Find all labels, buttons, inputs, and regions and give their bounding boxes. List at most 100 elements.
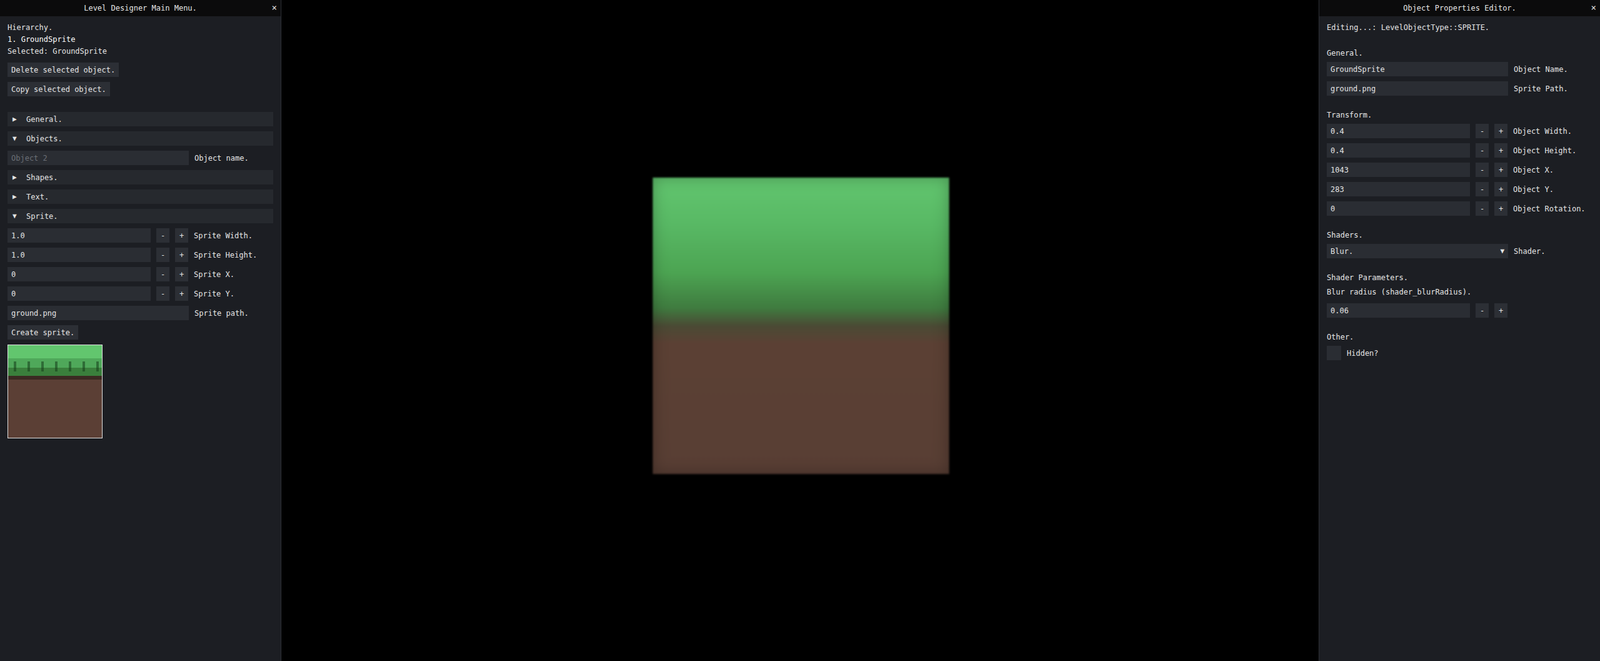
text-input[interactable]: ground.png xyxy=(7,305,189,321)
text-input[interactable]: ground.png xyxy=(1326,81,1509,96)
increment-button[interactable]: + xyxy=(1494,181,1508,197)
number-input[interactable]: 0.06 xyxy=(1326,303,1470,318)
text-field: ground.pngSprite path. xyxy=(7,305,274,321)
section-header[interactable]: ▶ Shapes. xyxy=(7,170,274,185)
main-menu-panel: Level Designer Main Menu.×Hierarchy.1. G… xyxy=(0,0,282,661)
field-label: Object name. xyxy=(194,153,249,163)
field-label: Object Width. xyxy=(1513,126,1572,136)
text-field: Object 2 Object name. xyxy=(7,150,274,166)
field-label: Object X. xyxy=(1513,165,1554,175)
group-heading: Transform. xyxy=(1326,109,1586,122)
shader-combo[interactable]: Blur.▼ xyxy=(1326,243,1509,259)
section-header[interactable]: ▶ Text. xyxy=(7,189,274,204)
action-button[interactable]: Delete selected object. xyxy=(7,62,119,77)
number-input[interactable]: 0 xyxy=(7,286,151,301)
text-field: ground.png Sprite Path. xyxy=(1326,81,1569,96)
stepper-field: 1043-+ Object X. xyxy=(1326,162,1586,177)
property-group: Shader Parameters. Blur radius (shader_bl… xyxy=(1326,271,1508,318)
selected-label: Selected: GroundSprite xyxy=(7,45,107,58)
decrement-button[interactable]: - xyxy=(156,286,170,301)
number-input[interactable]: 1.0 xyxy=(7,247,151,262)
number-input[interactable]: 0 xyxy=(7,266,151,282)
increment-button[interactable]: + xyxy=(175,247,189,262)
field-label: Object Y. xyxy=(1513,185,1554,194)
field-label: Sprite Width. xyxy=(193,231,253,241)
decrement-button[interactable]: - xyxy=(1475,201,1489,216)
section-header[interactable]: ▼Objects. xyxy=(7,131,274,146)
stepper-field: 0.06-+ xyxy=(1326,303,1508,318)
stepper-field: 0-+Sprite Y. xyxy=(7,286,274,301)
section-label: General. xyxy=(26,115,63,124)
section-label: Sprite. xyxy=(26,211,59,221)
properties-panel: Object Properties Editor. × Editing...: Le… xyxy=(1318,0,1600,661)
decrement-button[interactable]: - xyxy=(156,247,170,262)
field-label: Shader. xyxy=(1513,246,1546,256)
increment-button[interactable]: + xyxy=(1494,303,1508,318)
group-heading: Other. xyxy=(1326,331,1379,344)
text-input[interactable]: GroundSprite xyxy=(1326,61,1509,77)
create-sprite-button[interactable]: Create sprite. xyxy=(7,325,79,340)
action-button[interactable]: Copy selected object. xyxy=(7,81,111,97)
property-group: General.GroundSpriteObject Name. ground.p… xyxy=(1326,47,1569,96)
ground-sprite[interactable] xyxy=(652,177,950,474)
stepper-field: 0-+ Object Rotation. xyxy=(1326,201,1586,216)
section-header[interactable]: ▶General. xyxy=(7,111,274,127)
stepper-field: 1.0-+ Sprite Height. xyxy=(7,247,274,262)
decrement-button[interactable]: - xyxy=(1475,303,1489,318)
section-arrow-icon: ▶ xyxy=(12,173,21,182)
section-arrow-icon: ▶ xyxy=(12,192,21,201)
stepper-field: 0.4-+ Object Width. xyxy=(1326,123,1586,139)
section-arrow-icon: ▼ xyxy=(12,211,21,221)
panel-title: Level Designer Main Menu. xyxy=(83,3,197,13)
number-input[interactable]: 283 xyxy=(1326,181,1470,197)
number-input[interactable]: 0.4 xyxy=(1326,143,1470,158)
close-button[interactable]: × xyxy=(1591,2,1597,13)
increment-button[interactable]: + xyxy=(1494,201,1508,216)
property-group: Shaders.Blur.▼Shader. xyxy=(1326,229,1546,259)
dropdown-arrow-icon: ▼ xyxy=(1499,246,1505,256)
group-heading: General. xyxy=(1326,47,1569,60)
field-label: Object Height. xyxy=(1513,146,1577,156)
text-field: GroundSpriteObject Name. xyxy=(1326,61,1569,77)
combo-field: Blur.▼ Shader. xyxy=(1326,243,1546,259)
hierarchy-item[interactable]: 1. GroundSprite xyxy=(7,33,107,46)
field-label: Object Rotation. xyxy=(1513,204,1586,214)
field-label: Sprite Path. xyxy=(1513,84,1569,94)
decrement-button[interactable]: - xyxy=(156,266,170,282)
field-label: Sprite Height. xyxy=(193,250,257,260)
decrement-button[interactable]: - xyxy=(1475,181,1489,197)
properties-titlebar[interactable]: Object Properties Editor. × xyxy=(1319,0,1600,17)
increment-button[interactable]: + xyxy=(1494,123,1508,139)
field-label: Hidden? xyxy=(1346,348,1379,358)
stepper-field: 0.4-+ Object Height. xyxy=(1326,143,1586,158)
stepper-field: 1.0-+ Sprite Width. xyxy=(7,228,274,243)
panel-title: Object Properties Editor. xyxy=(1403,3,1517,13)
decrement-button[interactable]: - xyxy=(1475,162,1489,177)
decrement-button[interactable]: - xyxy=(156,228,170,243)
number-input[interactable]: 0.4 xyxy=(1326,123,1470,139)
increment-button[interactable]: + xyxy=(175,266,189,282)
hidden-checkbox[interactable] xyxy=(1326,345,1342,361)
section-label: Shapes. xyxy=(26,173,59,182)
sprite-preview xyxy=(7,344,103,439)
number-input[interactable]: 0 xyxy=(1326,201,1470,216)
decrement-button[interactable]: - xyxy=(1475,143,1489,158)
increment-button[interactable]: + xyxy=(1494,162,1508,177)
parameter-label: Blur radius (shader_blurRadius). xyxy=(1326,286,1508,299)
text-input[interactable]: Object 2 xyxy=(7,150,189,166)
group-heading: Shader Parameters. xyxy=(1326,271,1508,284)
property-group: Other. Hidden? xyxy=(1326,331,1379,361)
main-menu-titlebar[interactable]: Level Designer Main Menu. × xyxy=(0,0,281,17)
property-group: Transform.0.4-+Object Width.0.4-+Object … xyxy=(1326,109,1586,216)
close-button[interactable]: × xyxy=(271,2,277,13)
section-label: Text. xyxy=(26,192,49,202)
section-header[interactable]: ▼ Sprite. xyxy=(7,208,274,224)
number-input[interactable]: 1043 xyxy=(1326,162,1470,177)
number-input[interactable]: 1.0 xyxy=(7,228,151,243)
increment-button[interactable]: + xyxy=(1494,143,1508,158)
increment-button[interactable]: + xyxy=(175,228,189,243)
level-canvas[interactable] xyxy=(281,0,1319,661)
decrement-button[interactable]: - xyxy=(1475,123,1489,139)
increment-button[interactable]: + xyxy=(175,286,189,301)
editing-label: Editing...: LevelObjectType::SPRITE. xyxy=(1326,21,1490,34)
